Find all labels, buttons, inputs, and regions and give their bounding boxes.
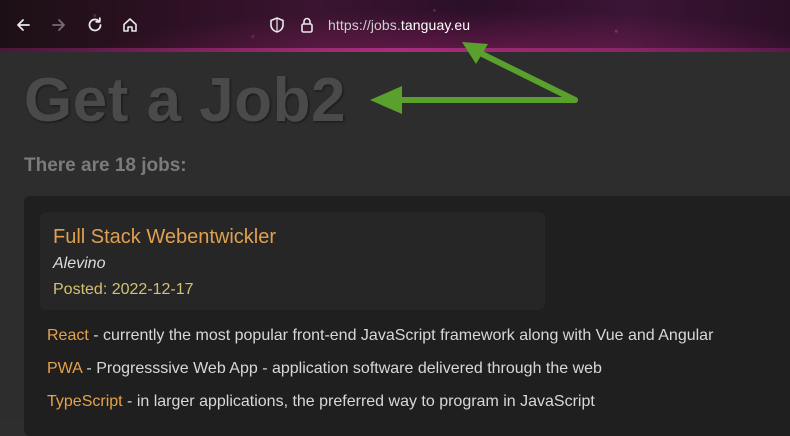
forward-button[interactable]	[48, 14, 70, 36]
skill-item: React - currently the most popular front…	[47, 326, 713, 359]
home-icon	[123, 18, 137, 32]
home-button[interactable]	[119, 14, 141, 36]
page-content: Get a Job2 There are 18 jobs: Full Stack…	[0, 52, 790, 436]
back-arrow-icon	[17, 19, 30, 31]
forward-arrow-icon	[52, 19, 65, 31]
job-posted-date: Posted: 2022-12-17	[53, 281, 194, 298]
skill-description: - currently the most popular front-end J…	[88, 327, 714, 344]
address-bar[interactable]: https://jobs.tanguay.eu	[268, 10, 470, 40]
skill-item: PWA - Progresssive Web App - application…	[47, 359, 713, 392]
shield-icon[interactable]	[268, 16, 286, 34]
skill-description: - in larger applications, the preferred …	[122, 393, 595, 410]
jobs-panel: Full Stack Webentwickler Alevino Posted:…	[24, 196, 790, 436]
job-title[interactable]: Full Stack Webentwickler	[53, 226, 276, 249]
reload-button[interactable]	[84, 14, 106, 36]
reload-icon	[88, 17, 102, 32]
skill-name[interactable]: TypeScript	[47, 393, 123, 410]
skill-item: TypeScript - in larger applications, the…	[47, 392, 713, 425]
skill-name[interactable]: React	[47, 327, 89, 344]
page-title: Get a Job2	[24, 66, 346, 135]
skill-name[interactable]: PWA	[47, 360, 82, 377]
url-host: tanguay.eu	[400, 17, 471, 33]
browser-toolbar: https://jobs.tanguay.eu	[0, 0, 790, 52]
skill-list: React - currently the most popular front…	[47, 326, 713, 425]
job-count: There are 18 jobs:	[24, 155, 187, 176]
url-prefix: https://jobs.	[328, 17, 401, 33]
url-text[interactable]: https://jobs.tanguay.eu	[328, 17, 470, 33]
lock-icon[interactable]	[298, 16, 316, 34]
job-company: Alevino	[53, 255, 106, 272]
skill-description: - Progresssive Web App - application sof…	[81, 360, 602, 377]
job-card[interactable]: Full Stack Webentwickler Alevino Posted:…	[40, 212, 545, 310]
back-button[interactable]	[12, 14, 34, 36]
